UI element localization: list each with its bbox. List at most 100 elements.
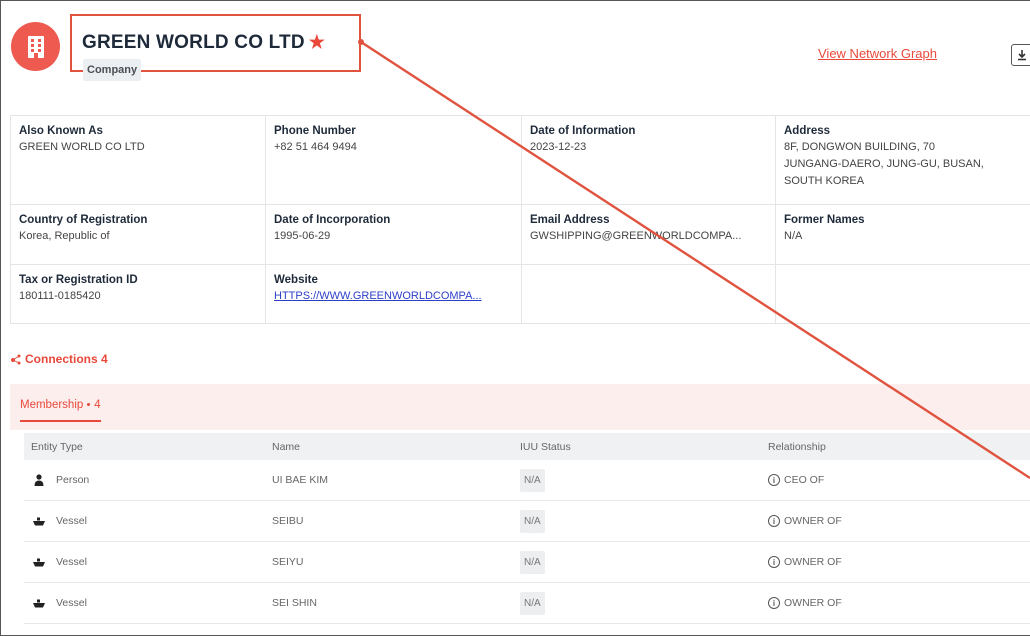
tax-id-label: Tax or Registration ID (19, 274, 138, 286)
entity-type-cell: Person (24, 472, 272, 488)
tax-id-cell: Tax or Registration ID 180111-0185420 (10, 265, 266, 323)
name-value: SEI SHIN (272, 597, 317, 609)
date-of-information-label: Date of Information (530, 125, 636, 137)
column-header-relationship[interactable]: Relationship (768, 441, 1030, 453)
former-names-value: N/A (784, 230, 803, 242)
vessel-icon (31, 595, 47, 611)
date-of-information-value: 2023-12-23 (530, 141, 587, 153)
tab-membership-label: Membership (20, 399, 84, 411)
empty-cell (776, 265, 1030, 323)
website-cell: Website HTTPS://WWW.GREENWORLDCOMPA... (266, 265, 522, 323)
entity-type-cell: Vessel (24, 513, 272, 529)
column-header-entity-type[interactable]: Entity Type (24, 441, 272, 453)
details-row: Tax or Registration ID 180111-0185420 We… (10, 265, 1030, 324)
email-address-value[interactable]: GWSHIPPING@GREENWORLDCOMPA... (530, 228, 767, 245)
also-known-as-cell: Also Known As GREEN WORLD CO LTD (10, 116, 266, 204)
iuu-status-cell: N/A (520, 468, 768, 492)
entity-type-value: Vessel (56, 597, 87, 609)
date-of-incorporation-value: 1995-06-29 (274, 230, 331, 242)
address-label: Address (784, 125, 831, 137)
info-icon[interactable]: i (768, 556, 780, 568)
vessel-icon (31, 513, 47, 529)
table-row[interactable]: Vessel SEIBU N/A i OWNER OF (24, 501, 1030, 542)
table-row[interactable]: Person UI BAE KIM N/A i CEO OF (24, 460, 1030, 501)
relationship-cell: i OWNER OF (768, 597, 1030, 609)
relationship-value: OWNER OF (784, 515, 842, 527)
connections-tab-bar: Membership 4 (10, 384, 1030, 430)
relationship-cell: i OWNER OF (768, 556, 1030, 568)
download-icon (1018, 50, 1026, 61)
details-grid: Also Known As GREEN WORLD CO LTD Phone N… (10, 115, 1030, 324)
vessel-icon (31, 554, 47, 570)
name-value: SEIBU (272, 515, 304, 527)
phone-number-cell: Phone Number +82 51 464 9494 (266, 116, 522, 204)
membership-table: Entity Type Name IUU Status Relationship… (24, 433, 1030, 624)
entity-type-value: Vessel (56, 515, 87, 527)
tax-id-value: 180111-0185420 (19, 290, 101, 302)
company-name: GREEN WORLD CO LTD (82, 32, 305, 53)
date-of-incorporation-cell: Date of Incorporation 1995-06-29 (266, 205, 522, 264)
country-of-registration-value: Korea, Republic of (19, 230, 110, 242)
also-known-as-label: Also Known As (19, 125, 103, 137)
company-building-icon (11, 22, 60, 71)
connections-label: Connections 4 (25, 352, 108, 366)
address-line: SOUTH KOREA (784, 175, 865, 187)
relationship-value: OWNER OF (784, 597, 842, 609)
name-value: UI BAE KIM (272, 474, 329, 486)
iuu-status-badge: N/A (520, 509, 545, 533)
view-network-graph-link[interactable]: View Network Graph (818, 46, 937, 61)
iuu-status-cell: N/A (520, 591, 768, 615)
person-icon (31, 472, 47, 488)
favorite-star-icon[interactable]: ★ (309, 32, 325, 52)
website-link[interactable]: HTTPS://WWW.GREENWORLDCOMPA... (274, 288, 513, 305)
tab-membership-count: 4 (94, 399, 101, 411)
iuu-status-badge: N/A (520, 591, 545, 615)
relationship-value: CEO OF (784, 474, 825, 486)
entity-type-chip: Company (83, 59, 142, 81)
column-header-iuu-status[interactable]: IUU Status (520, 441, 768, 453)
info-icon[interactable]: i (768, 597, 780, 609)
relationship-cell: i OWNER OF (768, 515, 1030, 527)
address-line: 8F, DONGWON BUILDING, 70 (784, 141, 935, 153)
entity-type-value: Person (56, 474, 90, 486)
entity-type-cell: Vessel (24, 595, 272, 611)
phone-number-value: +82 51 464 9494 (274, 141, 357, 153)
relationship-value: OWNER OF (784, 556, 842, 568)
email-address-cell: Email Address GWSHIPPING@GREENWORLDCOMPA… (522, 205, 776, 264)
iuu-status-cell: N/A (520, 509, 768, 533)
connections-heading: Connections 4 (10, 352, 108, 366)
empty-cell (522, 265, 776, 323)
details-row: Also Known As GREEN WORLD CO LTD Phone N… (10, 116, 1030, 205)
date-of-information-cell: Date of Information 2023-12-23 (522, 116, 776, 204)
date-of-incorporation-label: Date of Incorporation (274, 214, 391, 226)
info-icon[interactable]: i (768, 474, 780, 486)
column-header-name[interactable]: Name (272, 441, 520, 453)
country-of-registration-label: Country of Registration (19, 214, 148, 226)
connections-icon (11, 354, 21, 365)
iuu-status-badge: N/A (520, 468, 545, 492)
table-row[interactable]: Vessel SEIYU N/A i OWNER OF (24, 542, 1030, 583)
details-row: Country of Registration Korea, Republic … (10, 205, 1030, 265)
iuu-status-cell: N/A (520, 550, 768, 574)
former-names-label: Former Names (784, 214, 865, 226)
info-icon[interactable]: i (768, 515, 780, 527)
email-address-label: Email Address (530, 214, 610, 226)
page-title: GREEN WORLD CO LTD ★ (82, 32, 325, 54)
tab-membership[interactable]: Membership 4 (20, 399, 101, 422)
iuu-status-badge: N/A (520, 550, 545, 574)
relationship-cell: i CEO OF (768, 474, 1030, 486)
table-header: Entity Type Name IUU Status Relationship (24, 433, 1030, 460)
table-row[interactable]: Vessel SEI SHIN N/A i OWNER OF (24, 583, 1030, 624)
website-label: Website (274, 274, 318, 286)
download-button[interactable] (1011, 44, 1030, 66)
separator-dot (87, 403, 91, 407)
name-value: SEIYU (272, 556, 304, 568)
entity-type-value: Vessel (56, 556, 87, 568)
building-icon (27, 35, 44, 58)
entity-type-cell: Vessel (24, 554, 272, 570)
former-names-cell: Former Names N/A (776, 205, 1030, 264)
address-cell: Address 8F, DONGWON BUILDING, 70 JUNGANG… (776, 116, 1030, 204)
address-line: JUNGANG-DAERO, JUNG-GU, BUSAN, (784, 158, 984, 170)
phone-number-label: Phone Number (274, 125, 356, 137)
country-of-registration-cell: Country of Registration Korea, Republic … (10, 205, 266, 264)
